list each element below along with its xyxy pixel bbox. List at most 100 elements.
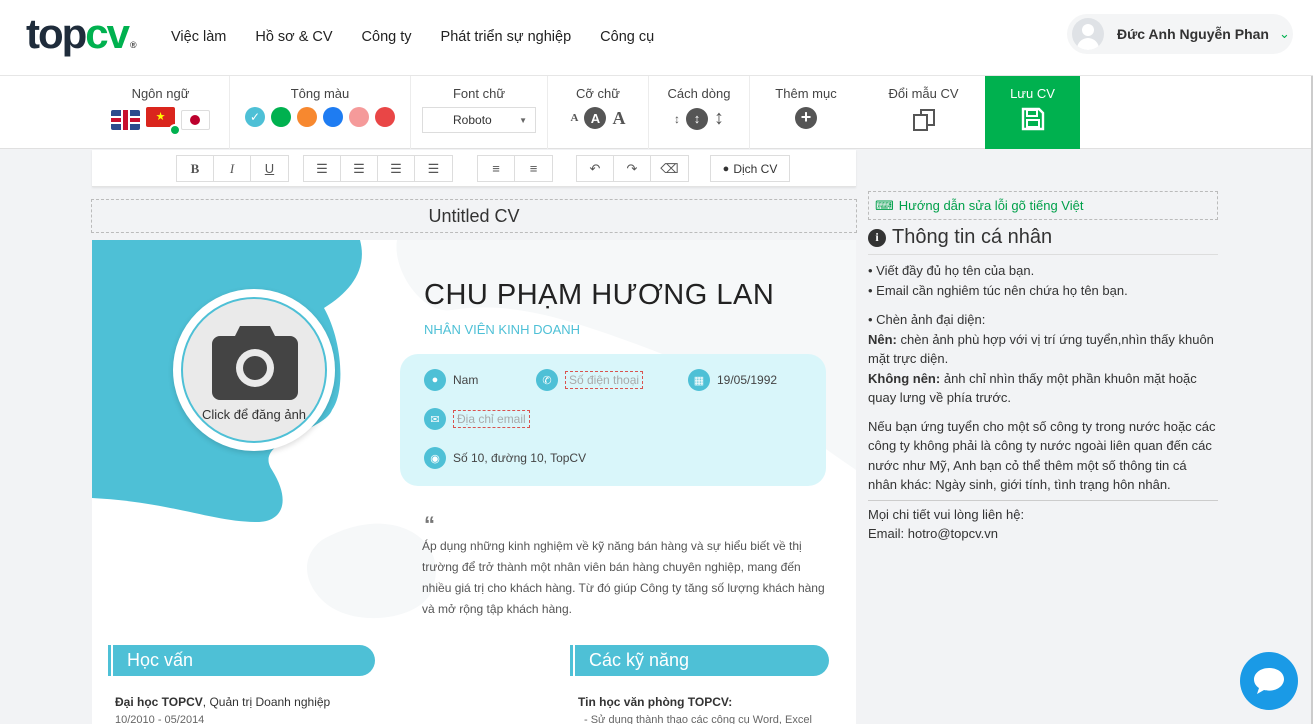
color-swatch-green[interactable] [271,107,291,127]
change-template-button[interactable]: Đổi mẫu CV [862,76,985,149]
unordered-list-icon[interactable]: ≡ [515,156,552,181]
italic-button[interactable]: I [214,156,251,181]
education-period[interactable]: 10/2010 - 05/2014 [115,714,204,724]
line-spacing-group: Cách dòng ↕ ↕ ↕ [649,76,750,149]
nav-ho-so-cv[interactable]: Hồ sơ & CV [255,29,332,45]
cv-file-title[interactable]: Untitled CV [91,199,857,233]
birthday-field[interactable]: ▦ 19/05/1992 [688,369,777,391]
cv-page: Click để đăng ảnh CHU PHẠM HƯƠNG LAN NHÂ… [92,240,856,724]
skills-section-title[interactable]: Các kỹ năng [570,645,829,676]
calendar-icon: ▦ [688,369,710,391]
phone-icon: ✆ [536,369,558,391]
contact-email: Email: hotro@topcv.vn [868,526,999,541]
floppy-disk-icon [1021,107,1044,131]
user-name: Đức Anh Nguyễn Phan [1117,26,1269,42]
education-entry[interactable]: Đại học TOPCV, Quản trị Doanh nghiệp [115,695,330,709]
skill-entry[interactable]: Tin học văn phòng TOPCV: [578,695,732,709]
spacing-medium-icon[interactable]: ↕ [686,107,708,130]
skill-description[interactable]: - Sử dụng thành thạo các công cụ Word, E… [584,714,812,724]
bold-button[interactable]: B [177,156,214,181]
color-group: Tông màu ✓ [230,76,411,149]
info-icon: i [868,228,886,247]
selected-check-icon [169,124,181,136]
color-swatch-teal[interactable]: ✓ [245,107,265,127]
sidebar-title: i Thông tin cá nhân [868,226,1218,255]
cv-position[interactable]: NHÂN VIÊN KINH DOANH [424,322,580,337]
contact-line: Mọi chi tiết vui lòng liên hệ: [868,506,1025,522]
flag-vietnam-icon: ★ [146,107,175,127]
photo-upload[interactable]: Click để đăng ảnh [181,297,327,443]
address-field[interactable]: ◉ Số 10, đường 10, TopCV [424,447,586,469]
tip-photo: • Chèn ảnh đại diện: [868,312,986,327]
underline-button[interactable]: U [251,156,288,181]
color-swatch-red[interactable] [375,107,395,127]
quote-icon: “ [424,512,435,537]
keyboard-icon: ⌨ [875,197,894,213]
flag-vietnam-option[interactable]: ★ [146,107,181,136]
divider [868,499,1218,501]
alignment-group: ☰ ☰ ☰ ☰ [303,155,453,182]
copy-icon [912,109,935,131]
spacing-large-icon[interactable]: ↕ [714,107,724,130]
envelope-icon: ✉ [424,408,446,430]
tip-email: • Email cần nghiêm túc nên chứa họ tên b… [868,282,1128,298]
font-size-medium-icon[interactable]: A [584,107,607,129]
vietnamese-typing-guide-link[interactable]: ⌨ Hướng dẫn sửa lỗi gõ tiếng Việt [868,191,1218,220]
education-section-title[interactable]: Học vấn [108,645,375,676]
globe-icon: ● [722,162,730,175]
align-right-icon[interactable]: ☰ [341,156,378,181]
email-field[interactable]: ✉ Địa chỉ email [424,408,530,430]
spacing-small-icon[interactable]: ↕ [674,112,680,126]
ordered-list-icon[interactable]: ≡ [478,156,515,181]
photo-upload-label: Click để đăng ảnh [201,407,307,422]
list-group: ≡ ≡ [477,155,553,182]
help-sidebar: ⌨ Hướng dẫn sửa lỗi gõ tiếng Việt i Thông … [868,191,1218,544]
nav-viec-lam[interactable]: Việc làm [171,29,226,45]
tip-shouldnt: Không nên: ảnh chỉ nhìn thấy một phần kh… [868,370,1197,406]
save-cv-button[interactable]: Lưu CV [985,76,1080,149]
chat-bubble-icon [1254,668,1284,694]
user-menu[interactable]: Đức Anh Nguyễn Phan ⌄ [1067,14,1293,54]
plus-icon: + [795,107,817,129]
tip-fullname: • Viết đầy đủ họ tên của bạn. [868,263,1035,278]
topcv-logo[interactable]: top cv ® [26,10,137,58]
cv-fullname[interactable]: CHU PHẠM HƯƠNG LAN [424,279,774,312]
phone-field[interactable]: ✆ Số điện thoại [536,369,644,391]
translate-cv-button[interactable]: ● Dịch CV [710,155,790,182]
chat-button[interactable] [1240,652,1298,710]
font-group: Font chữ Roboto ▼ [411,76,548,149]
cv-toolbar: Ngôn ngữ ★ Tông màu ✓ Font chữ Roboto ▼ C… [0,76,1313,149]
align-center-icon[interactable]: ☰ [378,156,415,181]
text-style-group: B I U [176,155,289,182]
color-swatch-orange[interactable] [297,107,317,127]
career-objective[interactable]: Áp dụng những kinh nghiệm về kỹ năng bán… [422,536,832,620]
add-section-button[interactable]: Thêm mục + [750,76,862,149]
tip-note: Nếu bạn ứng tuyển cho một số công ty tro… [868,418,1216,493]
align-justify-icon[interactable]: ☰ [415,156,452,181]
eraser-icon[interactable]: ⌫ [651,156,688,181]
align-left-icon[interactable]: ☰ [304,156,341,181]
flag-english-icon[interactable] [111,109,140,130]
nav-phat-trien[interactable]: Phát triển sự nghiệp [441,29,572,45]
font-size-small-icon[interactable]: A [571,112,579,124]
gender-field[interactable]: ● Nam [424,369,478,391]
chevron-down-icon: ⌄ [1278,26,1290,41]
format-toolbar: B I U ☰ ☰ ☰ ☰ ≡ ≡ ↶ ↷ ⌫ ● Dịch CV [92,150,856,187]
language-group: Ngôn ngữ ★ [92,76,230,149]
nav-cong-cu[interactable]: Công cụ [600,29,654,45]
flag-japan-icon[interactable] [181,109,210,130]
undo-icon[interactable]: ↶ [577,156,614,181]
user-icon: ● [424,369,446,391]
font-size-large-icon[interactable]: A [612,108,625,129]
color-swatch-pink[interactable] [349,107,369,127]
font-select[interactable]: Roboto ▼ [422,107,536,133]
main-nav: Việc làm Hồ sơ & CV Công ty Phát triển s… [171,29,654,45]
top-header: top cv ® Việc làm Hồ sơ & CV Công ty Phát … [0,0,1313,76]
avatar [1072,18,1104,50]
camera-icon [212,326,298,400]
color-swatch-blue[interactable] [323,107,343,127]
nav-cong-ty[interactable]: Công ty [362,29,412,45]
redo-icon[interactable]: ↷ [614,156,651,181]
contact-box: ● Nam ✆ Số điện thoại ▦ 19/05/1992 ✉ Địa chỉ… [400,354,826,486]
font-size-group: Cỡ chữ A A A [548,76,649,149]
